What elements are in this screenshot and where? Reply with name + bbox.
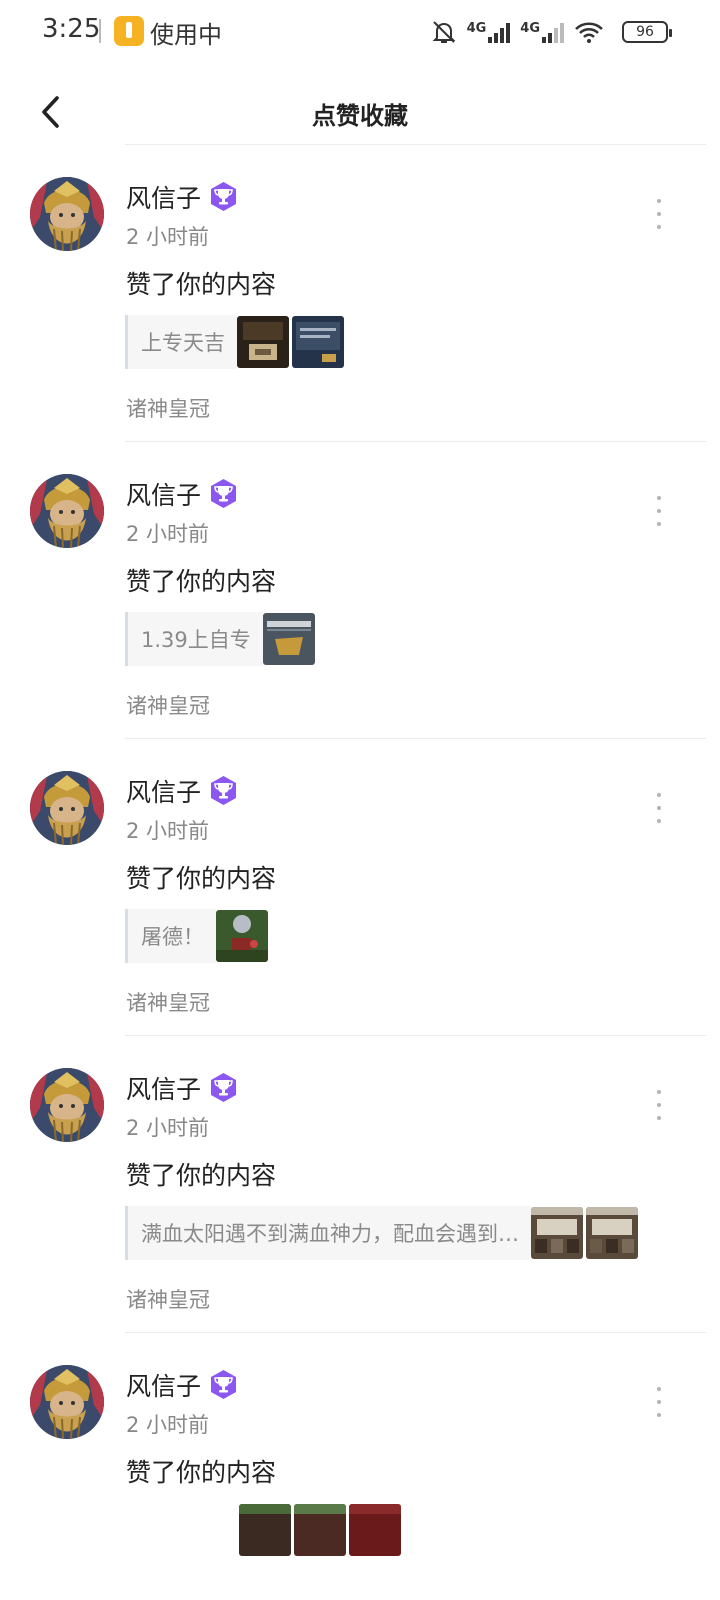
- notification-list[interactable]: 诸神皇冠 风信子: [0, 144, 720, 1600]
- action-text: 赞了你的内容: [126, 864, 277, 893]
- thumbnail-image[interactable]: [262, 613, 315, 665]
- username[interactable]: 风信子: [126, 476, 201, 512]
- notification-item[interactable]: 风信子 2 小时前 赞了你的内容 1.39上自专 诸神皇冠: [0, 442, 720, 739]
- more-options-icon[interactable]: [648, 1387, 670, 1417]
- status-separator: [99, 19, 101, 43]
- timestamp: 2 小时前: [126, 225, 210, 249]
- thumbnail-strip: [237, 316, 344, 368]
- action-text: 赞了你的内容: [126, 270, 277, 299]
- trophy-badge-icon: [208, 478, 239, 509]
- category-label[interactable]: 诸神皇冠: [126, 393, 210, 423]
- quoted-text: 满血太阳遇不到满血神力，配血会遇到…: [125, 1206, 531, 1260]
- status-bar: 3:25 使用中 4G 4G 96: [0, 0, 720, 62]
- timestamp: 2 小时前: [126, 819, 210, 843]
- battery-icon: 96: [622, 21, 672, 43]
- signal-icon-1: 4G: [467, 21, 511, 43]
- timestamp: 2 小时前: [126, 1413, 210, 1437]
- timestamp: 2 小时前: [126, 1116, 210, 1140]
- status-time: 3:25: [42, 14, 101, 44]
- thumbnail-image[interactable]: [292, 316, 344, 368]
- thumbnail-image[interactable]: [239, 1504, 291, 1556]
- trophy-badge-icon: [208, 775, 239, 806]
- username[interactable]: 风信子: [126, 1367, 201, 1403]
- quoted-content[interactable]: 1.39上自专: [125, 612, 315, 666]
- more-options-icon[interactable]: [648, 199, 670, 229]
- avatar[interactable]: [30, 177, 104, 251]
- mute-bell-icon: [431, 19, 457, 45]
- notification-item[interactable]: 风信子 2 小时前 赞了你的内容: [0, 1333, 720, 1600]
- action-text: 赞了你的内容: [126, 1161, 277, 1190]
- notification-item[interactable]: 风信子 2 小时前 赞了你的内容 屠德！ 诸神皇冠: [0, 739, 720, 1036]
- status-app-in-use: 使用中: [150, 21, 222, 49]
- thumbnail-image[interactable]: [531, 1207, 583, 1259]
- flashlight-icon: [114, 16, 144, 46]
- avatar[interactable]: [30, 1068, 104, 1142]
- timestamp: 2 小时前: [126, 522, 210, 546]
- wifi-icon: [574, 20, 604, 44]
- quoted-text: 上专天吉: [125, 315, 237, 369]
- quoted-text: 1.39上自专: [125, 612, 263, 666]
- thumbnail-strip: [262, 613, 315, 665]
- avatar[interactable]: [30, 771, 104, 845]
- username[interactable]: 风信子: [126, 1070, 201, 1106]
- quoted-text: 屠德！: [125, 909, 216, 963]
- category-label[interactable]: 诸神皇冠: [126, 1284, 210, 1314]
- notification-item[interactable]: 风信子 2 小时前 赞了你的内容 上专天吉 诸神皇冠: [0, 145, 720, 442]
- action-text: 赞了你的内容: [126, 567, 277, 596]
- thumbnail-strip: [216, 910, 268, 962]
- action-text: 赞了你的内容: [126, 1458, 277, 1487]
- thumbnail-strip: [239, 1504, 401, 1556]
- page-title: 点赞收藏: [312, 102, 408, 130]
- more-options-icon[interactable]: [648, 793, 670, 823]
- thumbnail-image[interactable]: [349, 1504, 401, 1556]
- thumbnail-image[interactable]: [294, 1504, 346, 1556]
- signal-icon-2: 4G: [520, 21, 564, 43]
- quoted-content[interactable]: [125, 1503, 401, 1557]
- category-label[interactable]: 诸神皇冠: [126, 690, 210, 720]
- more-options-icon[interactable]: [648, 496, 670, 526]
- trophy-badge-icon: [208, 1369, 239, 1400]
- thumbnail-image[interactable]: [586, 1207, 638, 1259]
- quoted-content[interactable]: 上专天吉: [125, 315, 344, 369]
- username[interactable]: 风信子: [126, 179, 201, 215]
- category-label[interactable]: 诸神皇冠: [126, 987, 210, 1017]
- trophy-badge-icon: [208, 181, 239, 212]
- quoted-content[interactable]: 满血太阳遇不到满血神力，配血会遇到…: [125, 1206, 638, 1260]
- quoted-content[interactable]: 屠德！: [125, 909, 268, 963]
- more-options-icon[interactable]: [648, 1090, 670, 1120]
- avatar[interactable]: [30, 1365, 104, 1439]
- trophy-badge-icon: [208, 1072, 239, 1103]
- thumbnail-image[interactable]: [237, 316, 289, 368]
- thumbnail-image[interactable]: [216, 910, 268, 962]
- app-header: 点赞收藏: [0, 80, 720, 144]
- notification-item[interactable]: 风信子 2 小时前 赞了你的内容 满血太阳遇不到满血神力，配血会遇到… 诸神皇冠: [0, 1036, 720, 1333]
- thumbnail-strip: [531, 1207, 638, 1259]
- avatar[interactable]: [30, 474, 104, 548]
- status-icons: 4G 4G 96: [431, 18, 672, 46]
- username[interactable]: 风信子: [126, 773, 201, 809]
